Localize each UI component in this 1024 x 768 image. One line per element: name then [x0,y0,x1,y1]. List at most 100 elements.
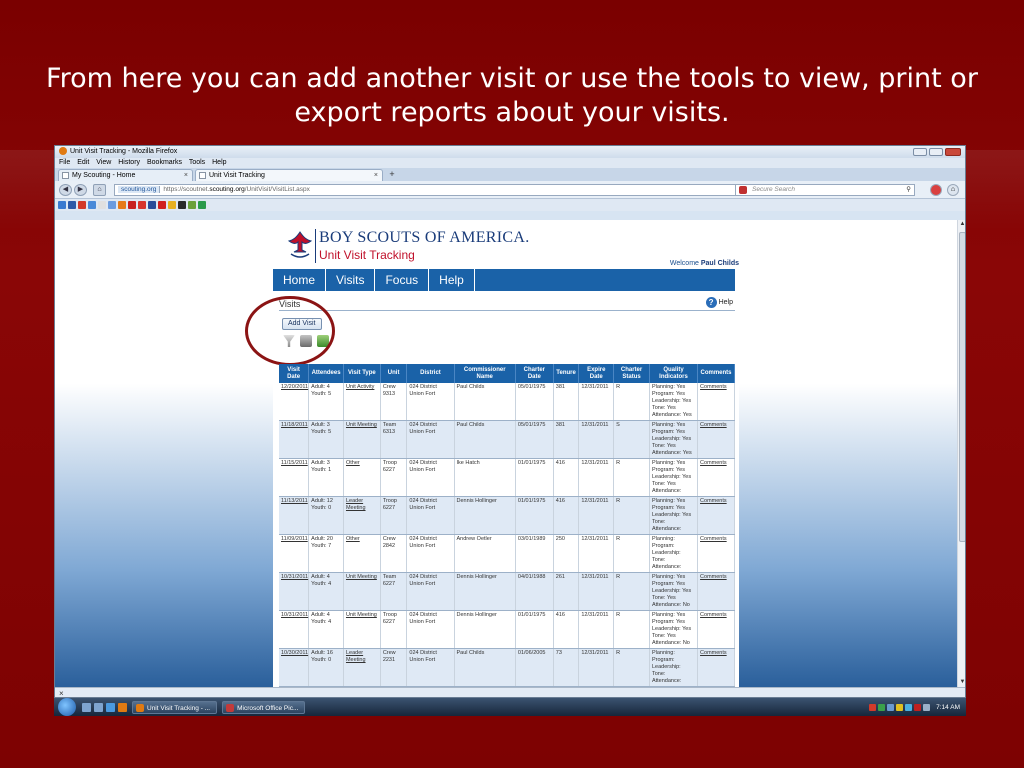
column-header[interactable]: Quality Indicators [649,364,699,383]
table-cell[interactable]: 11/15/2011 [279,458,310,497]
tray-icon[interactable] [887,703,895,711]
show-desktop-icon[interactable] [82,702,91,712]
bookmark-icon[interactable] [188,201,196,209]
table-cell[interactable]: Leader Meeting [343,648,381,687]
back-button[interactable]: ◀ [59,184,72,196]
table-cell[interactable]: Unit Meeting [343,572,381,611]
forward-button[interactable]: ▶ [74,184,87,196]
bookmark-icon[interactable] [128,201,136,209]
minimize-button[interactable] [913,148,927,156]
address-bar[interactable]: scouting.org https://scoutnet.scouting.or… [114,184,781,196]
menu-view[interactable]: View [96,159,111,166]
column-header[interactable]: Charter Status [613,364,650,383]
column-header[interactable]: Unit [380,364,408,383]
taskbar-item-office-picture[interactable]: Microsoft Office Pic... [222,700,306,714]
nav-home[interactable]: Home [273,269,327,291]
column-header[interactable]: Comments [697,364,735,383]
security-icon[interactable] [914,703,922,711]
table-cell[interactable]: Comments [697,534,735,573]
bookmark-icon[interactable] [138,201,146,209]
tray-icon[interactable] [896,703,904,711]
column-header[interactable]: District [406,364,455,383]
bookmark-icon[interactable] [58,201,66,209]
taskbar-item-firefox[interactable]: Unit Visit Tracking - ... [132,700,218,714]
home-page-icon[interactable]: ⌂ [93,184,106,196]
scrollbar-thumb[interactable] [959,232,965,542]
internet-explorer-icon[interactable] [106,702,115,712]
table-row[interactable]: 11/13/2011 Adult: 12 Youth: 0 Leader Meeti… [279,496,735,535]
close-findbar-icon[interactable]: × [59,689,64,697]
addon-icon[interactable] [930,184,942,196]
table-cell[interactable]: 10/31/2011 [279,610,310,649]
site-identity-button[interactable]: scouting.org [118,186,161,193]
table-cell[interactable]: Unit Activity [343,383,381,421]
nav-visits[interactable]: Visits [326,269,376,291]
search-icon[interactable]: ⚲ [906,185,911,195]
search-input[interactable]: Secure Search ⚲ [735,184,915,196]
search-engine-icon[interactable] [739,186,747,194]
table-cell[interactable]: Comments [697,383,735,421]
column-header[interactable]: Visit Type [343,364,381,383]
nav-focus[interactable]: Focus [375,269,430,291]
table-cell[interactable]: 11/18/2011 [279,420,310,459]
tab-my-scouting[interactable]: My Scouting - Home × [58,169,193,181]
table-cell[interactable]: Leader Meeting [343,496,381,535]
new-tab-button[interactable]: + [386,169,398,180]
table-cell[interactable]: 12/20/2011 [279,383,310,421]
scroll-down-icon[interactable]: ▼ [958,678,965,687]
tray-icon[interactable] [878,703,886,711]
close-tab-icon[interactable]: × [184,170,188,181]
bookmark-icon[interactable] [198,201,206,209]
table-row[interactable]: 12/20/2011 Adult: 4 Youth: 5 Unit Activity… [279,383,735,421]
home-icon[interactable]: ⌂ [947,184,959,196]
column-header[interactable]: Charter Date [515,364,554,383]
table-cell[interactable]: Comments [697,420,735,459]
table-row[interactable]: 11/15/2011 Adult: 3 Youth: 1 Other Troop 62… [279,458,735,497]
menu-help[interactable]: Help [212,159,226,166]
table-cell[interactable]: 10/31/2011 [279,572,310,611]
column-header[interactable]: Commissioner Name [454,364,516,383]
close-tab-icon[interactable]: × [374,170,378,181]
close-window-button[interactable] [945,148,961,156]
table-cell[interactable]: 10/30/2011 [279,648,310,687]
bookmark-icon[interactable] [68,201,76,209]
menu-file[interactable]: File [59,159,70,166]
menu-tools[interactable]: Tools [189,159,205,166]
table-row[interactable]: 11/18/2011 Adult: 3 Youth: 5 Unit Meeting T… [279,420,735,459]
network-icon[interactable] [905,703,913,711]
bookmark-icon[interactable] [158,201,166,209]
bookmark-icon[interactable] [108,201,116,209]
table-cell[interactable]: 11/13/2011 [279,496,310,535]
table-row[interactable]: 10/31/2011 Adult: 4 Youth: 4 Unit Meeting T… [279,572,735,611]
help-link[interactable]: ? Help [705,297,733,308]
firefox-icon[interactable] [118,702,127,712]
bookmark-icon[interactable] [178,201,186,209]
column-header[interactable]: Tenure [553,364,580,383]
table-cell[interactable]: Unit Meeting [343,420,381,459]
table-cell[interactable]: Comments [697,648,735,687]
bookmark-icon[interactable] [88,201,96,209]
volume-icon[interactable] [923,703,931,711]
tray-icon[interactable] [869,703,877,711]
column-header[interactable]: Expire Date [578,364,615,383]
vertical-scrollbar[interactable]: ▲ ▼ [957,220,965,687]
switch-windows-icon[interactable] [94,702,103,712]
bookmark-icon[interactable] [98,201,106,209]
table-cell[interactable]: Comments [697,572,735,611]
menu-history[interactable]: History [118,159,140,166]
bookmark-icon[interactable] [148,201,156,209]
menu-edit[interactable]: Edit [77,159,89,166]
table-cell[interactable]: Comments [697,610,735,649]
menu-bookmarks[interactable]: Bookmarks [147,159,182,166]
table-row[interactable]: 10/31/2011 Adult: 4 Youth: 4 Unit Meeting T… [279,610,735,649]
maximize-button[interactable] [929,148,943,156]
clock[interactable]: 7:14 AM [936,704,960,711]
tab-unit-visit-tracking[interactable]: Unit Visit Tracking × [195,169,383,181]
table-cell[interactable]: Unit Meeting [343,610,381,649]
bookmark-icon[interactable] [78,201,86,209]
table-cell[interactable]: Other [343,534,381,573]
table-cell[interactable]: Comments [697,496,735,535]
bookmark-icon[interactable] [168,201,176,209]
table-row[interactable]: 11/09/2011 Adult: 20 Youth: 7 Other Crew 28… [279,534,735,573]
nav-help[interactable]: Help [429,269,475,291]
